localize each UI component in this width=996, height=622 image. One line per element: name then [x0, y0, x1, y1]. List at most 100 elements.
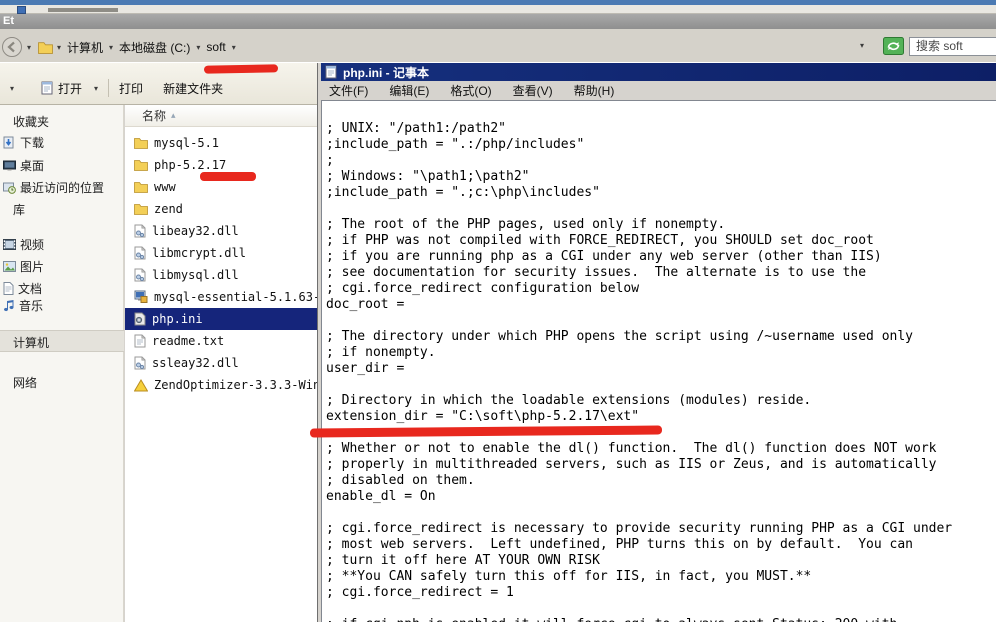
- editor-line: [326, 313, 996, 329]
- chevron-down-icon: ▾: [10, 84, 14, 93]
- new-folder-button-label: 新建文件夹: [163, 80, 223, 97]
- editor-line: ; most web servers. Left undefined, PHP …: [326, 537, 996, 553]
- back-button[interactable]: [1, 36, 23, 63]
- editor-line: ;include_path = ".;c:\php\includes": [326, 185, 996, 201]
- videos-icon: [3, 239, 16, 250]
- desktop-icon: [3, 160, 16, 172]
- organize-button-cut[interactable]: ▾: [0, 82, 20, 95]
- notepad-app-icon: [324, 65, 338, 79]
- file-row-mysql-5.1[interactable]: mysql-5.1: [125, 132, 317, 154]
- search-input[interactable]: 搜索 soft: [909, 37, 996, 56]
- file-row-ssleay32-dll[interactable]: ssleay32.dll: [125, 352, 317, 374]
- editor-line: ; if you are running php as a CGI under …: [326, 249, 996, 265]
- print-button[interactable]: 打印: [113, 78, 149, 99]
- editor-line: ; cgi.force_redirect configuration below: [326, 281, 996, 297]
- open-button[interactable]: 打开 ▾: [34, 78, 104, 99]
- file-name: libmcrypt.dll: [152, 246, 246, 260]
- sidebar-header-libraries[interactable]: 库: [13, 201, 25, 218]
- sidebar-header-network[interactable]: 网络: [13, 374, 37, 391]
- breadcrumb-computer[interactable]: 计算机: [65, 39, 105, 56]
- editor-line: ; cgi.force_redirect = 1: [326, 585, 996, 601]
- music-icon: [3, 299, 15, 312]
- sidebar-item-label: 下载: [20, 134, 44, 151]
- editor-line: ; if cgi.nph is enabled it will force cg…: [326, 617, 996, 622]
- file-row-libmysql-dll[interactable]: libmysql.dll: [125, 264, 317, 286]
- back-arrow-icon: [1, 36, 23, 58]
- sidebar-item-label: 文档: [18, 280, 42, 297]
- file-name: php-5.2.17: [154, 158, 226, 172]
- editor-line: ; UNIX: "/path1:/path2": [326, 121, 996, 137]
- editor-line: ;include_path = ".:/php/includes": [326, 137, 996, 153]
- editor-line: user_dir =: [326, 361, 996, 377]
- sidebar-item-label: 桌面: [20, 157, 44, 174]
- refresh-button[interactable]: [883, 37, 904, 55]
- folder-icon: [134, 181, 148, 193]
- file-name: readme.txt: [152, 334, 224, 348]
- navigation-pane: 收藏夹 下载 桌面 最近访问的位置 库 视频: [0, 105, 124, 622]
- crumb-separator-icon: ▾: [196, 43, 200, 52]
- dll-file-icon: [134, 246, 146, 260]
- file-name: php.ini: [152, 312, 203, 326]
- menu-view[interactable]: 查看(V): [513, 82, 553, 99]
- menu-file[interactable]: 文件(F): [329, 82, 368, 99]
- breadcrumb: ▾ 计算机 ▾ 本地磁盘 (C:) ▾ soft ▾: [38, 37, 236, 57]
- file-row-libmcrypt-dll[interactable]: libmcrypt.dll: [125, 242, 317, 264]
- sidebar-item-recent-places[interactable]: 最近访问的位置: [3, 179, 104, 196]
- editor-line: ; The directory under which PHP opens th…: [326, 329, 996, 345]
- column-header-name[interactable]: 名称 ▴: [125, 105, 317, 127]
- menu-help[interactable]: 帮助(H): [574, 82, 615, 99]
- menu-format[interactable]: 格式(O): [450, 82, 491, 99]
- editor-line: ; see documentation for security issues.…: [326, 265, 996, 281]
- editor-line: enable_dl = On: [326, 489, 996, 505]
- menu-edit[interactable]: 编辑(E): [389, 82, 429, 99]
- notepad-titlebar[interactable]: php.ini - 记事本: [321, 63, 996, 81]
- file-name: zend: [154, 202, 183, 216]
- sidebar-item-desktop[interactable]: 桌面: [3, 157, 44, 174]
- editor-line: [326, 601, 996, 617]
- file-row-php-ini[interactable]: php.ini: [125, 308, 317, 330]
- sidebar-header-favorites[interactable]: 收藏夹: [13, 113, 49, 130]
- notepad-menubar: 文件(F) 编辑(E) 格式(O) 查看(V) 帮助(H): [321, 81, 996, 99]
- sort-ascending-icon: ▴: [171, 110, 176, 121]
- editor-line: ; disabled on them.: [326, 473, 996, 489]
- editor-line: [326, 377, 996, 393]
- address-dropdown-icon[interactable]: ▾: [860, 41, 864, 50]
- sidebar-header-computer[interactable]: 计算机: [13, 334, 49, 351]
- notepad-editor[interactable]: ; UNIX: "/path1:/path2";include_path = "…: [321, 100, 996, 622]
- sidebar-item-music[interactable]: 音乐: [3, 297, 43, 314]
- background-window-strip: [0, 5, 996, 14]
- explorer-titlebar: Et: [0, 14, 996, 29]
- dll-file-icon: [134, 356, 146, 370]
- background-title-smudge: [48, 8, 118, 12]
- notepad-window: php.ini - 记事本 文件(F) 编辑(E) 格式(O) 查看(V) 帮助…: [317, 63, 996, 622]
- file-row-libeay32-dll[interactable]: libeay32.dll: [125, 220, 317, 242]
- file-name: www: [154, 180, 176, 194]
- address-bar: ▾ ▾ 计算机 ▾ 本地磁盘 (C:) ▾ soft ▾ ▾ 搜索 soft: [0, 29, 996, 62]
- sidebar-item-downloads[interactable]: 下载: [3, 134, 44, 151]
- sidebar-item-documents[interactable]: 文档: [3, 280, 42, 297]
- file-name: ZendOptimizer-3.3.3-Windo: [154, 378, 335, 392]
- pictures-icon: [3, 261, 16, 272]
- dll-file-icon: [134, 224, 146, 238]
- chevron-down-icon: ▾: [94, 84, 98, 93]
- file-row-mysql-essential[interactable]: mysql-essential-5.1.63-wi: [125, 286, 317, 308]
- documents-icon: [3, 282, 14, 295]
- crumb-separator-icon: ▾: [232, 43, 236, 52]
- text-file-icon: [134, 334, 146, 348]
- history-dropdown-icon[interactable]: ▾: [27, 43, 31, 52]
- new-folder-button[interactable]: 新建文件夹: [157, 78, 229, 99]
- breadcrumb-local-disk-c[interactable]: 本地磁盘 (C:): [117, 39, 192, 56]
- editor-line: ; if PHP was not compiled with FORCE_RED…: [326, 233, 996, 249]
- red-underline-annotation-php-folder: [200, 172, 256, 181]
- sidebar-item-videos[interactable]: 视频: [3, 236, 44, 253]
- dll-file-icon: [134, 268, 146, 282]
- file-row-zendoptimizer[interactable]: ZendOptimizer-3.3.3-Windo: [125, 374, 317, 396]
- breadcrumb-soft[interactable]: soft: [204, 40, 227, 54]
- red-underline-annotation-soft: [204, 64, 278, 73]
- sidebar-item-label: 图片: [20, 258, 44, 275]
- recent-places-icon: [3, 182, 16, 194]
- sidebar-item-pictures[interactable]: 图片: [3, 258, 44, 275]
- file-name: libeay32.dll: [152, 224, 239, 238]
- file-row-readme-txt[interactable]: readme.txt: [125, 330, 317, 352]
- file-row-zend[interactable]: zend: [125, 198, 317, 220]
